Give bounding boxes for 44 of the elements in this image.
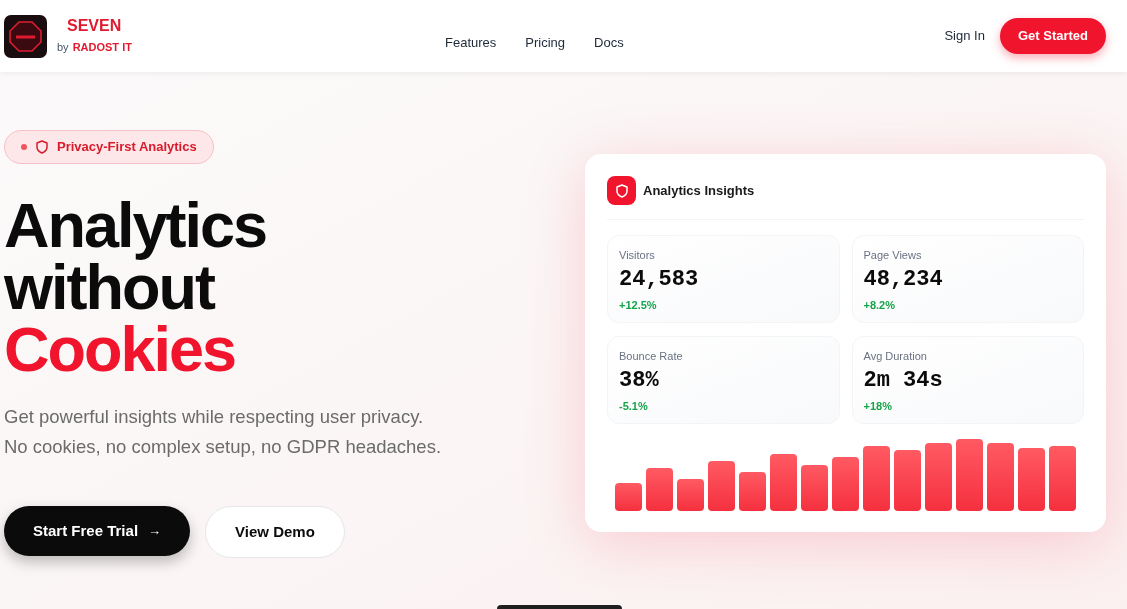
stat-value: 24,583 — [619, 265, 700, 294]
nav-link[interactable]: Docs — [594, 33, 624, 53]
chart-bar — [863, 446, 890, 511]
sign-in-link[interactable]: Sign In — [944, 26, 985, 46]
chart-bar — [1049, 446, 1076, 511]
headline-accent: Cookies — [4, 318, 237, 380]
brand-by: by — [57, 40, 69, 56]
chart-bar — [708, 461, 735, 511]
card-title: Analytics Insights — [643, 181, 755, 200]
chart-bar — [956, 439, 983, 511]
view-demo-button[interactable]: View Demo — [205, 506, 345, 558]
chart-bar — [894, 450, 921, 511]
badge-label: Privacy-First Analytics — [57, 138, 197, 157]
nav-link[interactable]: Pricing — [525, 33, 566, 53]
nav-link[interactable]: Features — [445, 33, 497, 53]
chart-bar — [987, 443, 1014, 511]
stat-label: Bounce Rate — [619, 349, 684, 364]
stat-label: Avg Duration — [863, 349, 928, 364]
stat-value: 38% — [619, 366, 660, 395]
stat-value: 48,234 — [863, 265, 944, 294]
chart-bar — [801, 465, 828, 511]
stat-change: +18% — [863, 398, 893, 414]
stat-change: +12.5% — [619, 297, 658, 313]
hero-subtitle: Get powerful insights while respecting user privacy. No cookies, no complex setup, no GDPR headaches. — [4, 405, 442, 459]
brand-name: SEVEN — [67, 16, 123, 37]
start-trial-button[interactable]: Start Free Trial → — [4, 506, 191, 556]
chart-bar — [770, 454, 797, 511]
stat-label: Visitors — [619, 248, 656, 263]
stat-change: -5.1% — [619, 398, 649, 414]
chart-bar — [739, 472, 766, 511]
brand-company: RADOST IT — [72, 40, 132, 56]
stat-change: +8.2% — [863, 297, 896, 313]
logo-icon[interactable] — [4, 14, 47, 58]
stat-label: Page Views — [863, 248, 923, 263]
chart-bar — [646, 468, 673, 511]
shield-icon — [36, 140, 48, 154]
chart-bar — [677, 479, 704, 511]
chart-bar — [615, 483, 642, 511]
stat-value: 2m 34s — [863, 366, 944, 395]
chart-bar — [925, 443, 952, 511]
chart-bar — [1018, 448, 1045, 511]
shield-icon — [607, 176, 636, 205]
chart-bar — [832, 457, 859, 511]
get-started-button[interactable]: Get Started — [999, 18, 1106, 54]
